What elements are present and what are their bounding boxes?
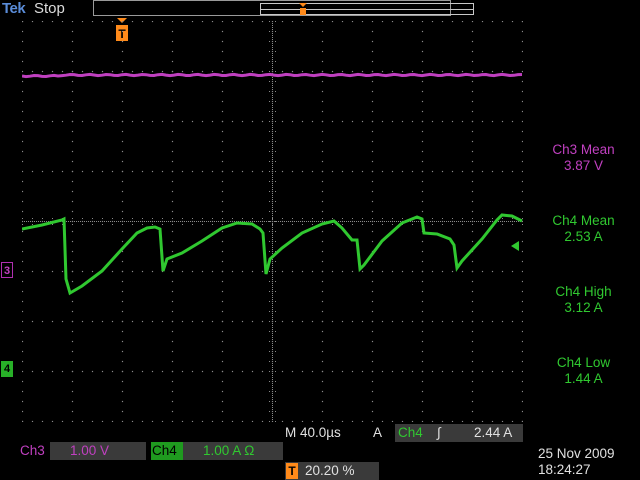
record-trigger-icon [299,3,307,15]
measurement-value: 3.87 V [563,158,604,173]
run-status[interactable]: Stop [34,0,65,17]
measurement-ch4-mean: Ch4 Mean 2.53 A [527,213,640,245]
trigger-source[interactable]: Ch4 [398,425,423,441]
ch3-marker-label: 3 [1,262,13,278]
ch3-scale-readout[interactable]: 1.00 V [70,443,109,459]
trigger-level-readout[interactable]: 2.44 A [474,425,512,441]
trigger-tag: A [373,425,383,440]
graticule [22,21,523,422]
measurement-value: 1.44 A [564,371,603,386]
measurement-label: Ch4 Low [556,355,611,370]
trigger-level-arrow-icon[interactable] [510,240,520,252]
trigger-slope-icon[interactable]: ∫ [437,425,441,441]
measurement-label: Ch4 High [555,284,612,299]
ch3-ground-marker-icon[interactable]: 3 [1,262,18,278]
measurement-ch4-low: Ch4 Low 1.44 A [527,355,640,387]
measurement-value: 2.53 A [564,229,603,244]
time-readout: 18:24:27 [538,462,591,477]
ch3-label[interactable]: Ch3 [20,443,45,459]
readout-bar: M 40.0µs A Ch4 ∫ 2.44 A Ch3 1.00 V Ch4 1… [0,422,640,480]
waveform-display[interactable] [22,21,523,422]
ch4-marker-label: 4 [1,361,13,377]
record-view-window [260,3,474,15]
measurement-ch4-high: Ch4 High 3.12 A [527,284,640,316]
measurement-label: Ch4 Mean [552,213,615,228]
measurement-ch3-mean: Ch3 Mean 3.87 V [527,142,640,174]
top-bar: Tek Stop [0,0,640,19]
timebase-readout[interactable]: M 40.0µs [285,425,341,441]
measurement-value: 3.12 A [564,300,603,315]
date-readout: 25 Nov 2009 [538,446,615,461]
measurement-label: Ch3 Mean [552,142,615,157]
ch3-waveform [22,72,523,79]
ch4-scale-readout[interactable]: 1.00 A Ω [203,443,254,459]
record-view-bar [93,0,474,16]
trigger-position-readout[interactable]: 20.20 % [305,463,355,479]
trigger-position-icon: T [286,463,298,479]
brand-logo: Tek [2,0,26,17]
grid-dots [22,21,523,422]
ch4-ground-marker-icon[interactable]: 4 [1,361,18,377]
ch4-label[interactable]: Ch4 [152,443,177,459]
